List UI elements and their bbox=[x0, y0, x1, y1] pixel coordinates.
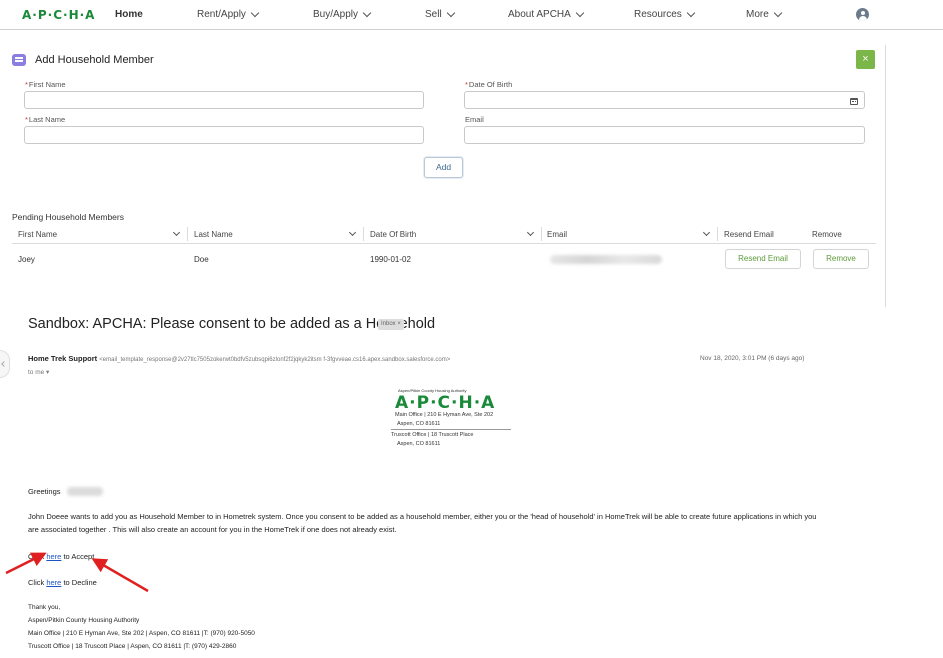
col-email[interactable]: Email bbox=[547, 230, 567, 239]
logo-divider bbox=[391, 429, 511, 430]
nav-home[interactable]: Home bbox=[115, 9, 143, 20]
apcha-logo[interactable]: A·P·C·H·A bbox=[22, 8, 95, 22]
chevron-down-icon bbox=[250, 8, 260, 18]
nav-more-label: More bbox=[746, 9, 769, 20]
nav-buy-apply[interactable]: Buy/Apply bbox=[313, 8, 372, 20]
chevron-down-icon[interactable] bbox=[172, 228, 181, 237]
sender-address: <email_template_response@2v27tlc7505zoke… bbox=[99, 357, 451, 363]
chevron-down-icon[interactable] bbox=[702, 228, 711, 237]
remove-button[interactable]: Remove bbox=[813, 249, 869, 269]
last-name-input[interactable] bbox=[24, 126, 424, 144]
user-avatar-icon[interactable] bbox=[856, 8, 869, 21]
chevron-down-icon bbox=[575, 8, 585, 18]
cell-last-name: Doe bbox=[194, 255, 209, 264]
chevron-down-icon bbox=[686, 8, 696, 18]
chevron-down-icon[interactable] bbox=[348, 228, 357, 237]
signature-line: Thank you, bbox=[28, 604, 61, 611]
nav-sell[interactable]: Sell bbox=[425, 8, 455, 20]
greeting-name-redacted bbox=[67, 487, 103, 496]
email-greeting: Greetings bbox=[28, 487, 61, 496]
email-apcha-logo: A·P·C·H·A bbox=[395, 393, 496, 413]
card-border bbox=[885, 45, 886, 307]
collapse-handle[interactable] bbox=[0, 350, 10, 378]
email-date: Nov 18, 2020, 3:01 PM (6 days ago) bbox=[700, 355, 805, 362]
logo-address-line: Main Office | 210 E Hyman Ave, Ste 202 bbox=[395, 412, 494, 418]
dob-input[interactable] bbox=[464, 91, 865, 109]
first-name-input[interactable] bbox=[24, 91, 424, 109]
nav-more[interactable]: More bbox=[746, 8, 783, 20]
first-name-label: *First Name bbox=[25, 80, 66, 89]
chevron-down-icon[interactable] bbox=[526, 228, 535, 237]
sender-name[interactable]: Home Trek Support bbox=[28, 354, 97, 363]
form-title: Add Household Member bbox=[35, 54, 154, 66]
email-label: Email bbox=[465, 115, 484, 124]
email-subject: Sandbox: APCHA: Please consent to be add… bbox=[28, 316, 436, 332]
contact-card-icon bbox=[12, 54, 26, 66]
cell-first-name: Joey bbox=[18, 255, 35, 264]
logo-address-line: Truscott Office | 18 Truscott Place bbox=[391, 432, 474, 438]
email-paragraph: John Doeee wants to add you as Household… bbox=[28, 512, 817, 534]
nav-rent-apply-label: Rent/Apply bbox=[197, 9, 246, 20]
dob-label: *Date Of Birth bbox=[465, 80, 513, 89]
red-arrows-annotation bbox=[5, 552, 149, 593]
col-dob[interactable]: Date Of Birth bbox=[370, 230, 416, 239]
email-input[interactable] bbox=[464, 126, 865, 144]
col-remove: Remove bbox=[812, 230, 842, 239]
resend-email-button[interactable]: Resend Email bbox=[725, 249, 801, 269]
email-sender: Home Trek Support <email_template_respon… bbox=[28, 354, 450, 363]
calendar-icon[interactable] bbox=[850, 98, 858, 105]
chevron-down-icon bbox=[446, 8, 455, 18]
nav-about[interactable]: About APCHA bbox=[508, 8, 585, 20]
top-navigation: A·P·C·H·A Home Rent/Apply Buy/Apply Sell… bbox=[0, 0, 943, 30]
arrow-left bbox=[5, 552, 47, 575]
signature-line: Aspen/Pitkin County Housing Authority bbox=[28, 617, 140, 624]
nav-home-label: Home bbox=[115, 9, 143, 20]
nav-resources-label: Resources bbox=[634, 9, 682, 20]
col-resend-email: Resend Email bbox=[724, 230, 774, 239]
nav-rent-apply[interactable]: Rent/Apply bbox=[197, 8, 260, 20]
chevron-down-icon bbox=[362, 8, 372, 18]
chevron-down-icon bbox=[773, 8, 783, 18]
nav-about-label: About APCHA bbox=[508, 9, 571, 20]
add-button[interactable]: Add bbox=[424, 157, 463, 178]
nav-buy-apply-label: Buy/Apply bbox=[313, 9, 359, 20]
cell-dob: 1990-01-02 bbox=[370, 255, 411, 264]
table-header: First Name Last Name Date Of Birth Email… bbox=[12, 224, 876, 244]
email-recipient[interactable]: to me ▾ bbox=[28, 368, 49, 376]
cell-email-redacted bbox=[550, 255, 662, 264]
logo-address-line: Aspen, CO 81611 bbox=[397, 441, 441, 447]
col-last-name[interactable]: Last Name bbox=[194, 230, 233, 239]
nav-resources[interactable]: Resources bbox=[634, 8, 696, 20]
inbox-label[interactable]: Inbox × bbox=[378, 319, 404, 330]
nav-sell-label: Sell bbox=[425, 9, 442, 20]
pending-title: Pending Household Members bbox=[12, 212, 124, 222]
last-name-label: *Last Name bbox=[25, 115, 66, 124]
signature-line: Main Office | 210 E Hyman Ave, Ste 202 |… bbox=[28, 630, 255, 637]
logo-address-line: Aspen, CO 81611 bbox=[397, 421, 441, 427]
col-first-name[interactable]: First Name bbox=[18, 230, 57, 239]
arrow-right bbox=[91, 558, 149, 593]
close-button[interactable]: × bbox=[856, 50, 875, 69]
signature-line: Truscott Office | 18 Truscott Place | As… bbox=[28, 643, 237, 650]
